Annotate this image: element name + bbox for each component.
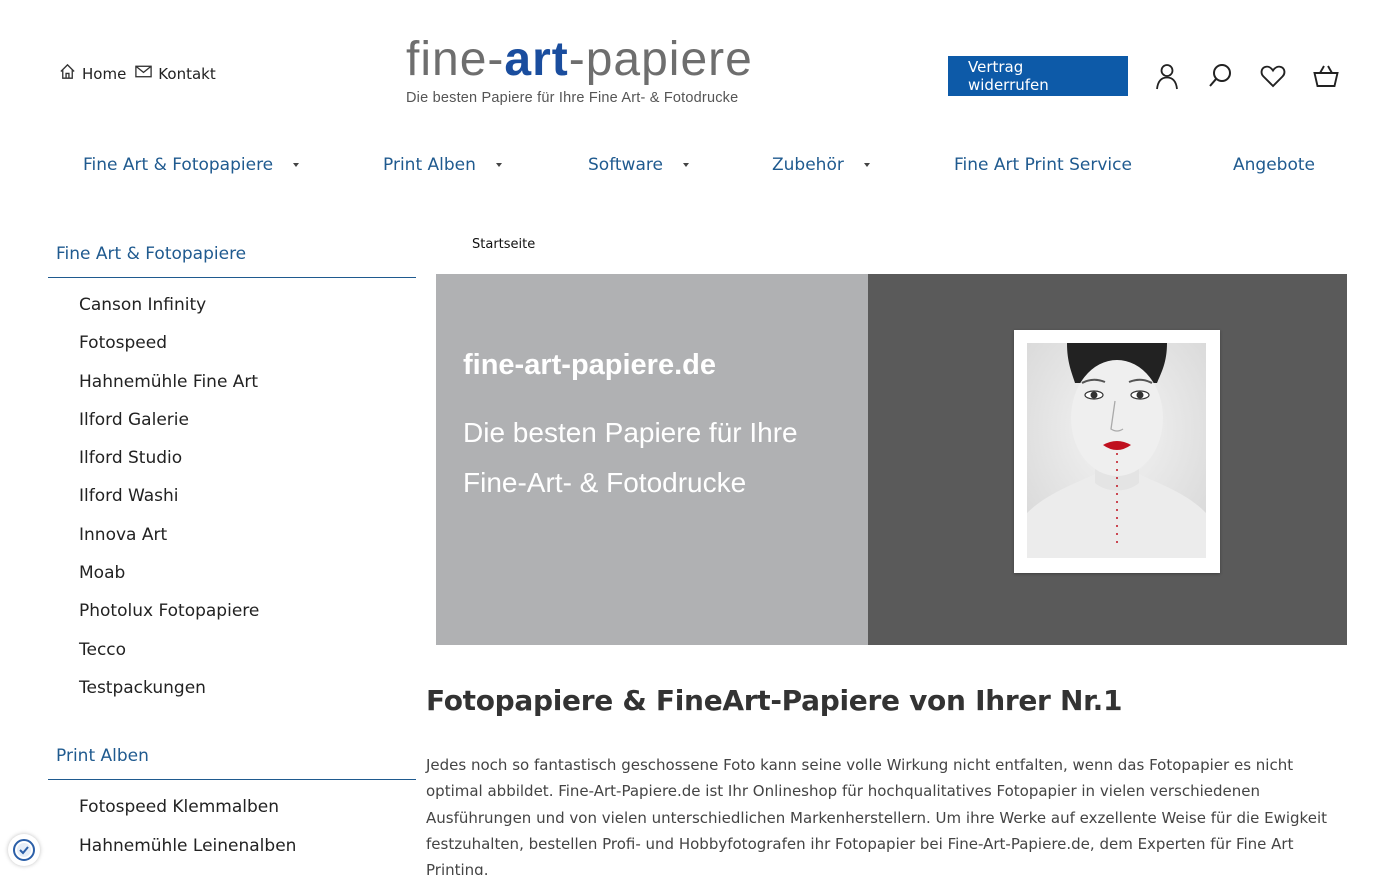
hero-text-panel: fine-art-papiere.de Die besten Papiere f… xyxy=(436,274,868,645)
nav-label: Print Alben xyxy=(383,155,476,175)
hero-subtitle-line-1: Die besten Papiere für Ihre xyxy=(463,417,798,448)
user-icon[interactable] xyxy=(1153,61,1181,91)
caret-down-icon xyxy=(863,163,870,167)
hero-image-panel xyxy=(868,274,1347,645)
logo-part-3: -papiere xyxy=(568,33,753,86)
category-sidebar: Fine Art & Fotopapiere Canson Infinity F… xyxy=(48,244,416,872)
logo-tagline: Die besten Papiere für Ihre Fine Art- & … xyxy=(406,90,739,106)
sidebar-list-print-alben: Fotospeed Klemmalben Hahnemühle Leinenal… xyxy=(48,780,416,872)
contact-link[interactable]: Kontakt xyxy=(134,62,216,85)
caret-down-icon xyxy=(293,163,300,167)
nav-label: Fine Art Print Service xyxy=(954,155,1132,175)
nav-label: Software xyxy=(588,155,663,175)
sidebar-heading-fine-art[interactable]: Fine Art & Fotopapiere xyxy=(48,244,416,278)
heart-icon[interactable] xyxy=(1259,61,1287,91)
sidebar-item[interactable]: Ilford Studio xyxy=(79,446,416,484)
search-icon[interactable] xyxy=(1206,61,1234,91)
sidebar-item[interactable]: Hahnemühle Leinenalben xyxy=(79,834,416,872)
sidebar-item[interactable]: Tecco xyxy=(79,638,416,676)
sidebar-item[interactable]: Hahnemühle Fine Art xyxy=(79,370,416,408)
sidebar-item[interactable]: Innova Art xyxy=(79,523,416,561)
sidebar-item[interactable]: Fotospeed xyxy=(79,331,416,369)
nav-label: Fine Art & Fotopapiere xyxy=(83,155,274,175)
hero-photo xyxy=(1014,330,1220,573)
trust-seal-badge[interactable] xyxy=(8,834,40,866)
hero-title: fine-art-papiere.de xyxy=(463,349,716,381)
caret-down-icon xyxy=(682,163,689,167)
intro-paragraph: Jedes noch so fantastisch geschossene Fo… xyxy=(426,756,1327,875)
header-actions: Vertrag widerrufen xyxy=(948,56,1340,96)
sidebar-item[interactable]: Canson Infinity xyxy=(79,293,416,331)
nav-zubehoer[interactable]: Zubehör xyxy=(772,155,870,175)
mail-icon xyxy=(134,62,153,85)
nav-print-alben[interactable]: Print Alben xyxy=(383,155,502,175)
home-label: Home xyxy=(82,64,127,83)
sidebar-item[interactable]: Moab xyxy=(79,561,416,599)
nav-label: Angebote xyxy=(1233,155,1315,175)
sidebar-heading-print-alben[interactable]: Print Alben xyxy=(48,746,416,781)
nav-fine-art-fotopapiere[interactable]: Fine Art & Fotopapiere xyxy=(83,155,300,175)
top-links: Home Kontakt xyxy=(58,62,216,85)
logo-part-2: art xyxy=(504,33,569,86)
sidebar-item[interactable]: Ilford Galerie xyxy=(79,408,416,446)
nav-angebote[interactable]: Angebote xyxy=(1233,155,1315,175)
page-heading: Fotopapiere & FineArt-Papiere von Ihrer … xyxy=(426,684,1123,717)
breadcrumb[interactable]: Startseite xyxy=(472,237,535,252)
sidebar-item[interactable]: Testpackungen xyxy=(79,676,416,714)
check-seal-icon xyxy=(13,839,35,861)
nav-fine-art-print-service[interactable]: Fine Art Print Service xyxy=(954,155,1132,175)
sidebar-item[interactable]: Photolux Fotopapiere xyxy=(79,599,416,637)
home-icon xyxy=(58,62,77,85)
caret-down-icon xyxy=(495,163,502,167)
hero-subtitle-line-2: Fine-Art- & Fotodrucke xyxy=(463,467,747,498)
sidebar-item[interactable]: Ilford Washi xyxy=(79,484,416,522)
main-navigation: Fine Art & Fotopapiere Print Alben Softw… xyxy=(83,155,1323,177)
revoke-contract-button[interactable]: Vertrag widerrufen xyxy=(948,56,1128,96)
hero-banner[interactable]: fine-art-papiere.de Die besten Papiere f… xyxy=(436,274,1347,645)
contact-label: Kontakt xyxy=(158,64,216,83)
home-link[interactable]: Home xyxy=(58,62,126,85)
nav-label: Zubehör xyxy=(772,155,844,175)
site-logo[interactable]: fine-art-papiere Die besten Papiere für … xyxy=(406,32,766,106)
nav-software[interactable]: Software xyxy=(588,155,689,175)
logo-wordmark: fine-art-papiere xyxy=(406,32,766,88)
portrait-image xyxy=(1027,343,1206,558)
logo-part-1: fine- xyxy=(406,33,505,86)
sidebar-item[interactable]: Fotospeed Klemmalben xyxy=(79,795,416,833)
basket-icon[interactable] xyxy=(1312,61,1340,91)
sidebar-list-fine-art: Canson Infinity Fotospeed Hahnemühle Fin… xyxy=(48,278,416,714)
